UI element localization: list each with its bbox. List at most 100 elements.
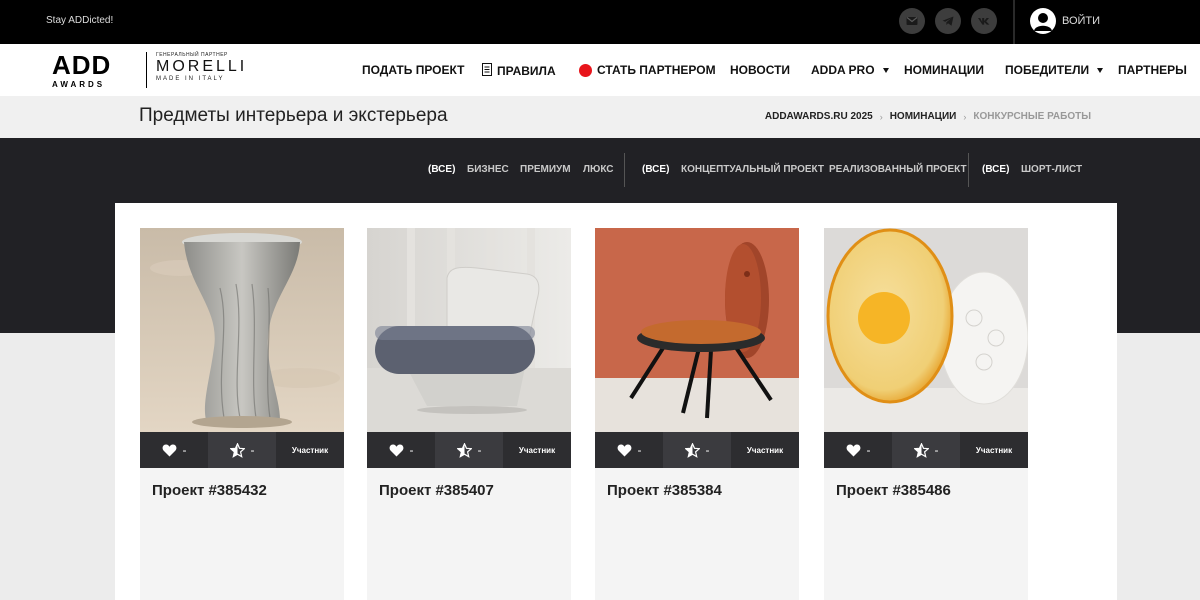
red-dot-icon <box>579 63 592 77</box>
nav-news[interactable]: НОВОСТИ <box>730 63 790 77</box>
filter-premium[interactable]: ПРЕМИУМ <box>520 164 571 175</box>
card-action-bar: - - Участник <box>824 432 1028 468</box>
nav-label: ADDA PRO <box>811 63 875 77</box>
project-title[interactable]: Проект #385384 <box>607 482 722 499</box>
project-card[interactable]: - - Участник Проект #385384 <box>595 228 799 600</box>
card-action-bar: - - Участник <box>367 432 571 468</box>
nav-label: ПОБЕДИТЕЛИ <box>1005 63 1090 77</box>
card-action-bar: - - Участник <box>140 432 344 468</box>
logo-sub: AWARDS <box>52 80 106 89</box>
title-bar: Предметы интерьера и экстерьера ADDAWARD… <box>0 96 1200 138</box>
breadcrumb: ADDAWARDS.RU 2025 › НОМИНАЦИИ › КОНКУРСН… <box>765 111 1091 122</box>
like-button[interactable]: - <box>140 432 208 468</box>
heart-icon <box>389 444 403 456</box>
nav-label: НОВОСТИ <box>730 63 791 77</box>
nav-become-partner[interactable]: СТАТЬ ПАРТНЕРОМ <box>579 63 716 77</box>
star-half-icon <box>456 442 472 458</box>
like-count: - <box>182 443 187 457</box>
filter-business[interactable]: БИЗНЕС <box>467 164 509 175</box>
nav-label: ПОДАТЬ ПРОЕКТ <box>362 63 465 77</box>
login-label: ВОЙТИ <box>1062 15 1101 27</box>
like-count: - <box>637 443 642 457</box>
partner-logo[interactable]: ГЕНЕРАЛЬНЫЙ ПАРТНЕР MORELLI MADE IN ITAL… <box>156 52 247 82</box>
filter-all-type[interactable]: (ВСЕ) <box>642 164 669 175</box>
login-button[interactable]: ВОЙТИ <box>1030 8 1100 34</box>
chevron-down-icon <box>882 67 889 73</box>
page-title: Предметы интерьера и экстерьера <box>139 105 448 126</box>
like-count: - <box>866 443 871 457</box>
like-button[interactable]: - <box>824 432 892 468</box>
top-divider <box>1013 0 1015 44</box>
nav-partners[interactable]: ПАРТНЕРЫ <box>1118 63 1187 77</box>
nav-label: ПРАВИЛА <box>497 64 556 78</box>
telegram-icon[interactable] <box>935 8 961 34</box>
nav-nominations[interactable]: НОМИНАЦИИ <box>904 63 984 77</box>
chevron-down-icon <box>1097 67 1104 73</box>
breadcrumb-current: КОНКУРСНЫЕ РАБОТЫ <box>973 111 1091 122</box>
project-title[interactable]: Проект #385432 <box>152 482 267 499</box>
partner-sub: MADE IN ITALY <box>156 76 225 82</box>
breadcrumb-separator-icon: › <box>879 111 883 122</box>
rating-value: - <box>477 443 482 457</box>
rate-button[interactable]: - <box>208 432 276 468</box>
nav-label: НОМИНАЦИИ <box>904 63 984 77</box>
add-awards-logo[interactable]: ADD AWARDS <box>52 52 132 90</box>
nav-adda-pro[interactable]: ADDA PRO <box>811 63 889 77</box>
vk-icon[interactable] <box>971 8 997 34</box>
filter-conceptual[interactable]: КОНЦЕПТУАЛЬНЫЙ ПРОЕКТ <box>681 164 824 175</box>
rate-button[interactable]: - <box>663 432 731 468</box>
like-count: - <box>409 443 414 457</box>
filter-realized[interactable]: РЕАЛИЗОВАННЫЙ ПРОЕКТ <box>829 164 967 175</box>
project-card[interactable]: - - Участник Проект #385486 <box>824 228 1028 600</box>
filter-shortlist[interactable]: ШОРТ-ЛИСТ <box>1021 164 1082 175</box>
document-icon <box>482 63 492 79</box>
filter-all-status[interactable]: (ВСЕ) <box>982 164 1009 175</box>
nav-winners[interactable]: ПОБЕДИТЕЛИ <box>1005 63 1104 77</box>
logo-divider <box>146 52 147 88</box>
main-header: ADD AWARDS ГЕНЕРАЛЬНЫЙ ПАРТНЕР MORELLI M… <box>0 44 1200 96</box>
heart-icon <box>617 444 631 456</box>
breadcrumb-separator-icon: › <box>963 111 967 122</box>
filter-divider <box>968 153 969 187</box>
heart-icon <box>846 444 860 456</box>
project-image[interactable] <box>824 228 1028 432</box>
status-badge: Участник <box>291 445 329 455</box>
nav-submit-project[interactable]: ПОДАТЬ ПРОЕКТ <box>362 63 464 77</box>
rating-value: - <box>705 443 710 457</box>
project-image[interactable] <box>140 228 344 432</box>
filter-divider <box>624 153 625 187</box>
partner-name: MORELLI <box>156 58 248 75</box>
nav-label: ПАРТНЕРЫ <box>1118 63 1187 77</box>
card-action-bar: - - Участник <box>595 432 799 468</box>
project-title[interactable]: Проект #385407 <box>379 482 494 499</box>
rate-button[interactable]: - <box>435 432 503 468</box>
project-card[interactable]: - - Участник Проект #385407 <box>367 228 571 600</box>
like-button[interactable]: - <box>367 432 435 468</box>
rate-button[interactable]: - <box>892 432 960 468</box>
heart-icon <box>162 444 176 456</box>
user-icon <box>1030 8 1056 34</box>
filter-all-level[interactable]: (ВСЕ) <box>428 164 455 175</box>
star-half-icon <box>684 442 700 458</box>
mail-icon[interactable] <box>899 8 925 34</box>
breadcrumb-home[interactable]: ADDAWARDS.RU 2025 <box>765 111 873 122</box>
project-card[interactable]: - - Участник Проект #385432 <box>140 228 344 600</box>
tagline: Stay ADDicted! <box>46 15 114 26</box>
project-title[interactable]: Проект #385486 <box>836 482 951 499</box>
filter-lux[interactable]: ЛЮКС <box>583 164 614 175</box>
star-half-icon <box>913 442 929 458</box>
breadcrumb-nominations[interactable]: НОМИНАЦИИ <box>890 111 957 122</box>
status-badge: Участник <box>518 445 556 455</box>
rating-value: - <box>250 443 255 457</box>
project-image[interactable] <box>367 228 571 432</box>
top-bar: Stay ADDicted! ВОЙТИ <box>0 0 1200 44</box>
rating-value: - <box>934 443 939 457</box>
nav-label: СТАТЬ ПАРТНЕРОМ <box>597 63 716 77</box>
nav-rules[interactable]: ПРАВИЛА <box>482 63 556 79</box>
logo-main: ADD <box>52 50 112 80</box>
status-badge: Участник <box>746 445 784 455</box>
project-image[interactable] <box>595 228 799 432</box>
status-badge: Участник <box>975 445 1013 455</box>
star-half-icon <box>229 442 245 458</box>
like-button[interactable]: - <box>595 432 663 468</box>
